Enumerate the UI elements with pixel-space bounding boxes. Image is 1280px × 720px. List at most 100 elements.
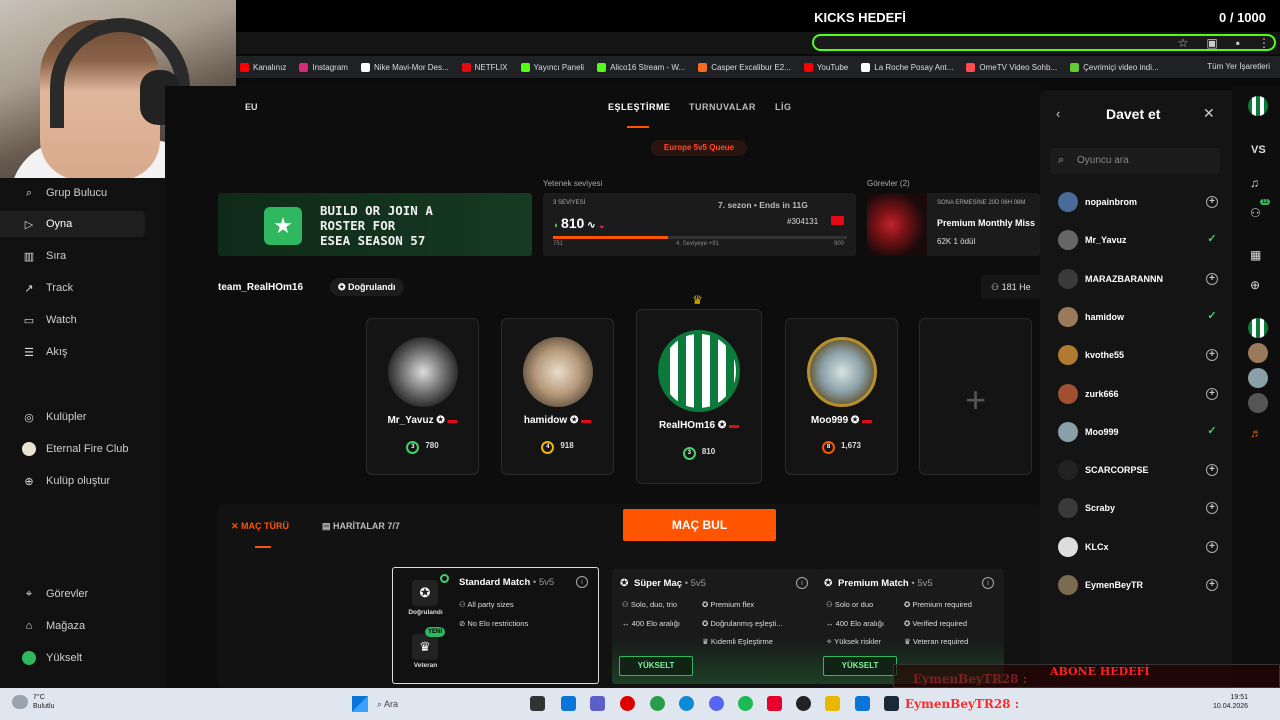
invite-user-row[interactable]: zurk666 + — [1058, 383, 1218, 404]
player-card[interactable]: hamidow ✪ ▬ 4 918 — [501, 318, 614, 475]
mission-card[interactable]: SONA ERMESİNE 20D 06H 08M Premium Monthl… — [867, 193, 1040, 256]
taskbar-search[interactable]: ⌕ Ara — [377, 694, 457, 714]
tab-league[interactable]: LİG — [775, 102, 792, 112]
valorant-icon[interactable] — [767, 696, 782, 711]
add-icon[interactable]: ⊕ — [1250, 278, 1260, 292]
friend-avatar[interactable] — [1248, 393, 1268, 413]
friends-icon[interactable]: ⚇ — [1250, 206, 1261, 220]
back-icon[interactable]: ‹ — [1056, 106, 1060, 121]
friend-avatar[interactable] — [1248, 368, 1268, 388]
bookmark-item[interactable]: La Roche Posay Ant... — [861, 62, 953, 72]
sidebar-item-shop[interactable]: ⌂ Mağaza — [0, 613, 145, 639]
invite-user-row[interactable]: Scraby + — [1058, 498, 1218, 519]
add-icon[interactable]: + — [1206, 387, 1218, 400]
bookmark-item[interactable]: Alico16 Stream - W... — [597, 62, 685, 72]
invite-user-row[interactable]: kvothe55 + — [1058, 345, 1218, 366]
add-icon[interactable]: + — [1206, 540, 1218, 553]
super-match-card[interactable]: ✪ Süper Maç • 5v5 i ⚇ Solo, duo, trio ✪ … — [612, 569, 818, 684]
spotify-icon[interactable] — [738, 696, 753, 711]
sidebar-item-eternal-fire[interactable]: Eternal Fire Club — [0, 436, 145, 462]
tab-maps[interactable]: ▤ HARİTALAR 7/7 — [322, 521, 400, 532]
standard-match-card[interactable]: ✪ Doğrulandı ♛ YENİ Veteran Standard Mat… — [392, 567, 599, 684]
tab-matchmaking[interactable]: EŞLEŞTİRME — [608, 102, 671, 112]
sidebar-item-rank[interactable]: ▥ Sıra — [0, 243, 145, 269]
star-icon[interactable]: ☆ — [1178, 36, 1189, 50]
steam-icon[interactable] — [884, 696, 899, 711]
check-icon[interactable]: ✓ — [1206, 425, 1218, 438]
explorer-icon[interactable] — [825, 696, 840, 711]
outlook-icon[interactable] — [561, 696, 576, 711]
headset-icon[interactable]: ♬ — [1250, 426, 1262, 440]
add-icon[interactable]: + — [1206, 349, 1218, 362]
region-selector[interactable]: EU — [245, 102, 258, 112]
profile-icon[interactable]: ▪ — [1236, 36, 1240, 50]
info-icon[interactable]: i — [576, 576, 588, 588]
invite-user-row[interactable]: Mr_Yavuz ✓ — [1058, 230, 1218, 251]
add-icon[interactable]: + — [1206, 579, 1218, 591]
close-icon[interactable]: ✕ — [1203, 105, 1215, 122]
add-icon[interactable]: + — [1206, 502, 1218, 515]
skill-card[interactable]: 3 SEVİYESİ 7. sezon • Ends in 11G ◖ 810 … — [543, 193, 856, 256]
edge-icon[interactable] — [679, 696, 694, 711]
chrome-icon[interactable] — [650, 696, 665, 711]
sidebar-item-group-finder[interactable]: ⌕ Grup Bulucu — [0, 180, 145, 206]
invite-user-row[interactable]: SCARCORPSE + — [1058, 460, 1218, 481]
invite-user-row[interactable]: nopainbrom + — [1058, 192, 1218, 212]
opera-icon[interactable] — [620, 696, 635, 711]
bookmark-item[interactable]: NETFLIX — [461, 62, 508, 72]
party-icon[interactable]: ▦ — [1250, 248, 1261, 262]
add-icon[interactable]: + — [1206, 272, 1218, 285]
bookmark-item[interactable]: Yayıncı Paneli — [520, 62, 584, 72]
find-match-button[interactable]: MAÇ BUL — [623, 509, 776, 541]
bell-icon[interactable]: ♫ — [1250, 176, 1259, 190]
bookmark-item[interactable]: OmeTV Video Sohb... — [966, 62, 1057, 72]
task-view-icon[interactable] — [530, 696, 545, 711]
sidebar-item-clubs[interactable]: ◎ Kulüpler — [0, 404, 145, 430]
bookmark-item[interactable]: Kanalınız — [240, 62, 286, 72]
bookmark-item[interactable]: Instagram — [299, 62, 348, 72]
tab-tournaments[interactable]: TURNUVALAR — [689, 102, 756, 112]
extensions-icon[interactable]: ▣ — [1206, 36, 1217, 50]
sidebar-item-feed[interactable]: ☰ Akış — [0, 339, 145, 365]
sidebar-item-create-club[interactable]: ⊕ Kulüp oluştur — [0, 468, 145, 494]
bookmark-item[interactable]: Casper Excalibur E2... — [698, 62, 791, 72]
bookmark-item[interactable]: Nike Mavi-Mor Des... — [360, 62, 449, 72]
sidebar-item-track[interactable]: ↗ Track — [0, 275, 145, 301]
teams-icon[interactable] — [590, 696, 605, 711]
queue-pill[interactable]: Europe 5v5 Queue — [651, 140, 747, 156]
info-icon[interactable]: i — [982, 577, 994, 589]
invite-user-row[interactable]: MARAZBARANNN + — [1058, 268, 1218, 289]
friend-avatar[interactable] — [1248, 318, 1268, 338]
upgrade-button[interactable]: YÜKSELT — [619, 656, 693, 676]
invite-user-row[interactable]: KLCx + — [1058, 536, 1218, 557]
weather-widget[interactable]: 7°C Bulutlu — [33, 693, 54, 711]
info-icon[interactable]: i — [796, 577, 808, 589]
profile-avatar[interactable] — [1248, 96, 1268, 116]
player-card[interactable]: Moo999 ✪ ▬ 8 1,673 — [785, 318, 898, 475]
invite-user-row[interactable]: EymenBeyTR + — [1058, 575, 1218, 595]
sidebar-item-missions[interactable]: ⌖ Görevler — [0, 581, 145, 607]
player-card[interactable]: Mr_Yavuz ✪ ▬ 3 780 — [366, 318, 479, 475]
team-count-button[interactable]: ⚇ 181 He — [981, 275, 1041, 299]
obs-icon[interactable] — [796, 696, 811, 711]
sidebar-item-play[interactable]: ▷ Oyna — [0, 211, 145, 237]
player-card-leader[interactable]: RealHOm16 ✪ ▬ 3 810 — [636, 309, 762, 484]
discord-icon[interactable] — [709, 696, 724, 711]
add-icon[interactable]: + — [1206, 196, 1218, 208]
menu-dots-icon[interactable]: ⋮ — [1258, 36, 1270, 50]
check-icon[interactable]: ✓ — [1206, 234, 1218, 246]
sidebar-item-watch[interactable]: ▭ Watch — [0, 307, 145, 333]
invite-user-row[interactable]: Moo999 ✓ — [1058, 421, 1218, 442]
upgrade-button[interactable]: YÜKSELT — [823, 656, 897, 676]
store-icon[interactable] — [855, 696, 870, 711]
friend-avatar[interactable] — [1248, 343, 1268, 363]
add-player-card[interactable]: + — [919, 318, 1032, 475]
esea-banner[interactable]: ★ BUILD OR JOIN A ROSTER FOR ESEA SEASON… — [218, 193, 532, 256]
add-icon[interactable]: + — [1206, 464, 1218, 477]
tab-match-type[interactable]: ✕ MAÇ TÜRÜ — [231, 521, 289, 532]
bookmark-item[interactable]: YouTube — [803, 62, 848, 72]
all-bookmarks-folder[interactable]: Tüm Yer İşaretleri — [1207, 62, 1270, 71]
invite-user-row[interactable]: hamidow ✓ — [1058, 306, 1218, 327]
windows-start-icon[interactable] — [352, 696, 368, 712]
vs-label[interactable]: VS — [1251, 144, 1266, 156]
